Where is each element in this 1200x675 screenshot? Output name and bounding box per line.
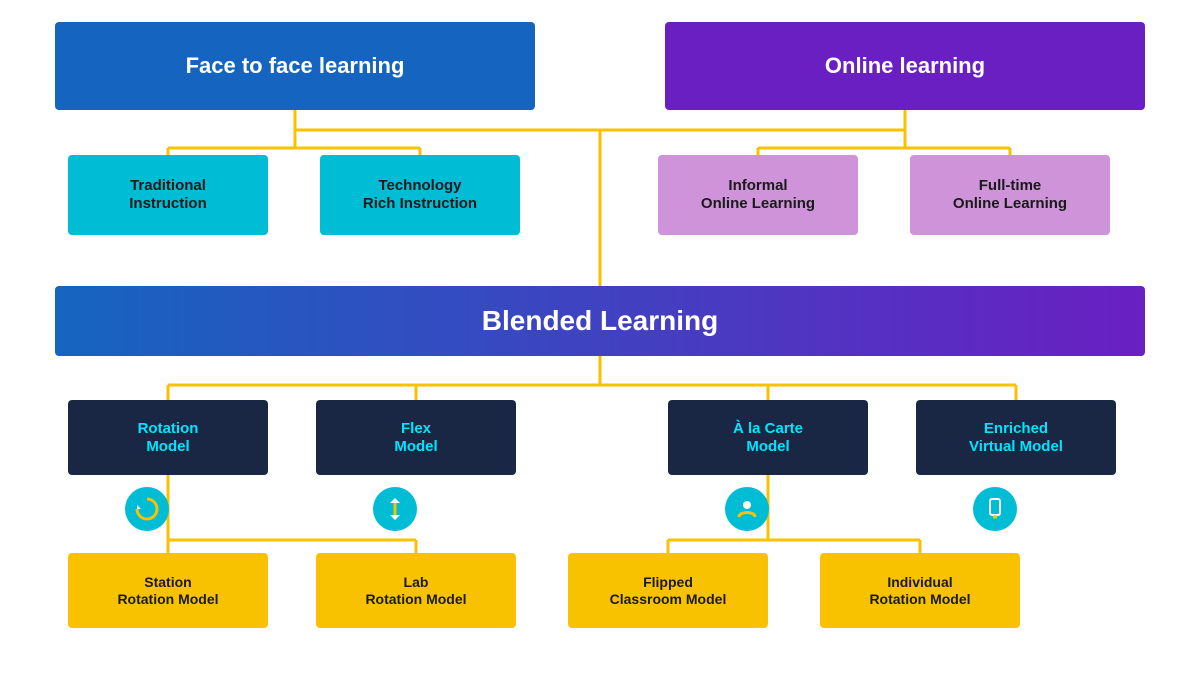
fulltime-online-node: Full-time Online Learning <box>910 155 1110 235</box>
blended-learning-node: Blended Learning <box>55 286 1145 356</box>
station-rotation-label: Station Rotation Model <box>117 574 218 608</box>
rotation-model-node: Rotation Model <box>68 400 268 475</box>
tech-rich-node: Technology Rich Instruction <box>320 155 520 235</box>
informal-online-label: Informal Online Learning <box>701 177 815 213</box>
diagram: Face to face learning Online learning Tr… <box>0 0 1200 675</box>
informal-online-node: Informal Online Learning <box>658 155 858 235</box>
rotation-label: Rotation Model <box>138 420 199 456</box>
flex-icon <box>373 487 417 531</box>
enriched-model-node: Enriched Virtual Model <box>916 400 1116 475</box>
lab-rotation-label: Lab Rotation Model <box>365 574 466 608</box>
traditional-label: Traditional Instruction <box>129 177 207 213</box>
online-learning-node: Online learning <box>665 22 1145 110</box>
rotation-icon <box>125 487 169 531</box>
enriched-label: Enriched Virtual Model <box>969 420 1063 456</box>
online-learning-label: Online learning <box>825 53 985 79</box>
flex-label: Flex Model <box>394 420 437 456</box>
flipped-classroom-node: Flipped Classroom Model <box>568 553 768 628</box>
tech-rich-label: Technology Rich Instruction <box>363 177 477 213</box>
fulltime-online-label: Full-time Online Learning <box>953 177 1067 213</box>
alacarte-model-node: À la Carte Model <box>668 400 868 475</box>
face-to-face-label: Face to face learning <box>186 53 405 79</box>
alacarte-label: À la Carte Model <box>733 420 803 456</box>
enriched-icon <box>973 487 1017 531</box>
individual-rotation-node: Individual Rotation Model <box>820 553 1020 628</box>
alacarte-icon <box>725 487 769 531</box>
blended-label: Blended Learning <box>482 304 718 338</box>
traditional-node: Traditional Instruction <box>68 155 268 235</box>
lab-rotation-node: Lab Rotation Model <box>316 553 516 628</box>
individual-rotation-label: Individual Rotation Model <box>869 574 970 608</box>
flex-model-node: Flex Model <box>316 400 516 475</box>
station-rotation-node: Station Rotation Model <box>68 553 268 628</box>
face-to-face-node: Face to face learning <box>55 22 535 110</box>
flipped-label: Flipped Classroom Model <box>610 574 727 608</box>
